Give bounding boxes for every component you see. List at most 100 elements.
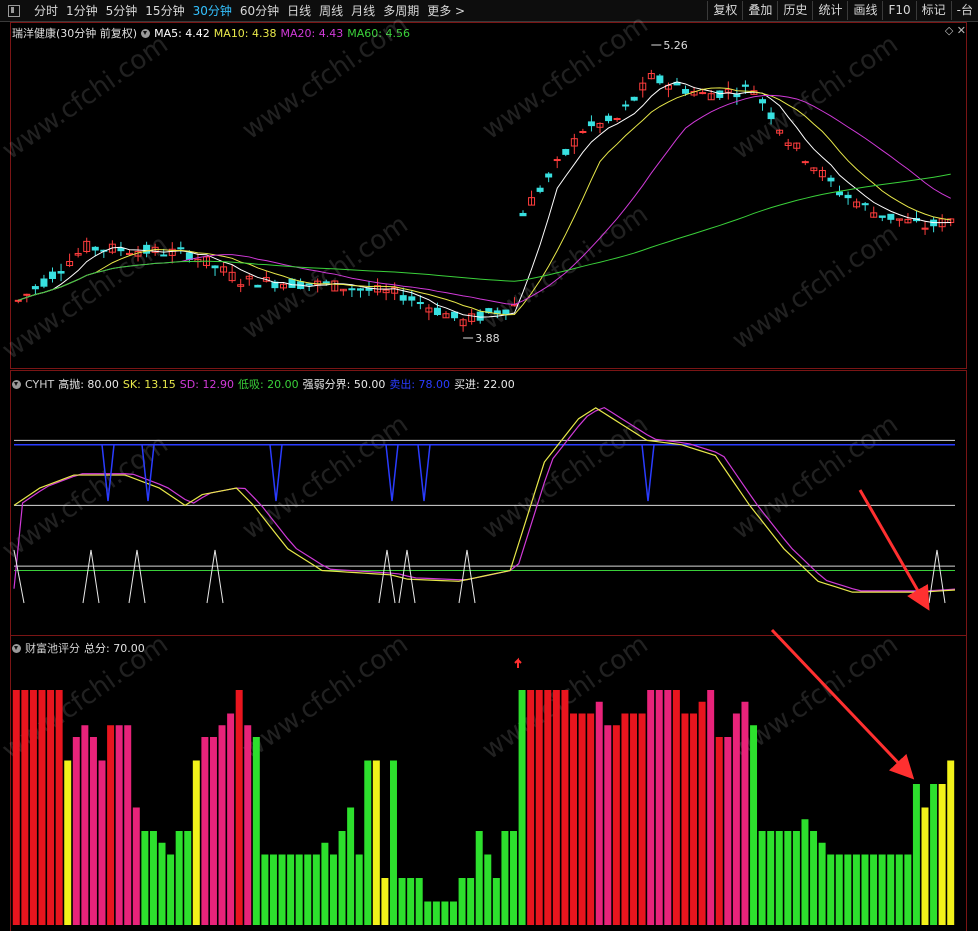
score-bar [870,854,878,925]
signal-spike [82,549,100,604]
candle-body [254,284,262,288]
score-bar [827,854,835,925]
candle-body [519,212,527,217]
candle-body [356,288,364,291]
score-bar [681,713,689,925]
score-bar [844,854,852,925]
score-bar [372,760,380,925]
score-bar [561,690,569,925]
candle-body [416,302,424,305]
score-bar [209,737,217,925]
candle-body [536,187,544,192]
candle-body [502,309,510,315]
score-bar [12,690,20,925]
candle-body [605,115,613,122]
candle-body [699,92,707,95]
watermark-text: www.cfchi.com [237,9,414,145]
score-bar [201,737,209,925]
score-bar [141,831,149,925]
score-bar [878,854,886,925]
candle-body [40,278,48,287]
score-bar [621,713,629,925]
watermark-text: www.cfchi.com [237,409,414,545]
score-bar [364,760,372,925]
score-bar [432,901,440,925]
score-bar [278,854,286,925]
score-bar [518,690,526,925]
score-bar [107,725,115,925]
candle-body [288,278,296,288]
score-bar [424,901,432,925]
score-bar [612,725,620,925]
score-bar [235,690,243,925]
score-bar [72,737,80,925]
high-price-label: 5.26 [663,39,688,52]
score-bar [38,690,46,925]
score-bar [407,878,415,925]
score-bar [115,725,123,925]
signal-spike [378,549,396,604]
candle-body [348,288,356,291]
candle-body [767,112,775,120]
score-bar [930,784,938,925]
score-bar [492,878,500,925]
score-bar [630,713,638,925]
score-bar [801,819,809,925]
candle-body [433,307,441,316]
candle-body [31,286,39,290]
candle-body [741,84,749,87]
candle-body [185,252,193,260]
score-bar [312,854,320,925]
candle-body [827,177,835,182]
score-bar [947,760,955,925]
score-bar [132,807,140,925]
score-bar [338,831,346,925]
candle-body [177,247,185,250]
candle-body [160,254,168,257]
candle-body [587,121,595,127]
score-bar [304,854,312,925]
score-bar [415,878,423,925]
score-bar [321,842,329,925]
score-bar [89,737,97,925]
watermark-text: www.cfchi.com [477,409,654,545]
candle-body [553,159,561,162]
score-bar [475,831,483,925]
chart-canvas[interactable]: www.cfchi.com www.cfchi.com www.cfchi.com w… [0,0,978,931]
score-bar [904,854,912,925]
candle-body [656,75,664,84]
signal-spike [928,549,946,604]
candle-body [545,173,553,178]
small-up-arrow [514,657,522,668]
score-bar [715,737,723,925]
score-bar [724,737,732,925]
candle-body [322,281,330,284]
score-bar [398,878,406,925]
score-bar [510,831,517,925]
score-bar [192,760,200,925]
score-bar [818,842,826,925]
score-bar [938,784,946,925]
score-bar [287,854,295,925]
score-bar [887,854,895,925]
score-bar [784,831,792,925]
score-bar [329,854,337,925]
score-bar [252,737,260,925]
score-bar [604,725,612,925]
watermark-text: www.cfchi.com [727,29,904,165]
score-bar [98,760,106,925]
score-bar [124,725,132,925]
candle-body [562,149,570,155]
candle-body [622,104,630,107]
candle-body [801,161,809,164]
score-bar [810,831,818,925]
score-bar [175,831,183,925]
candle-body [408,296,416,301]
candle-body [399,295,407,301]
score-bar [21,690,29,925]
score-bar [47,690,55,925]
candle-body [211,265,219,269]
score-bar [595,701,603,925]
score-bar [655,690,663,925]
score-bar [664,690,672,925]
